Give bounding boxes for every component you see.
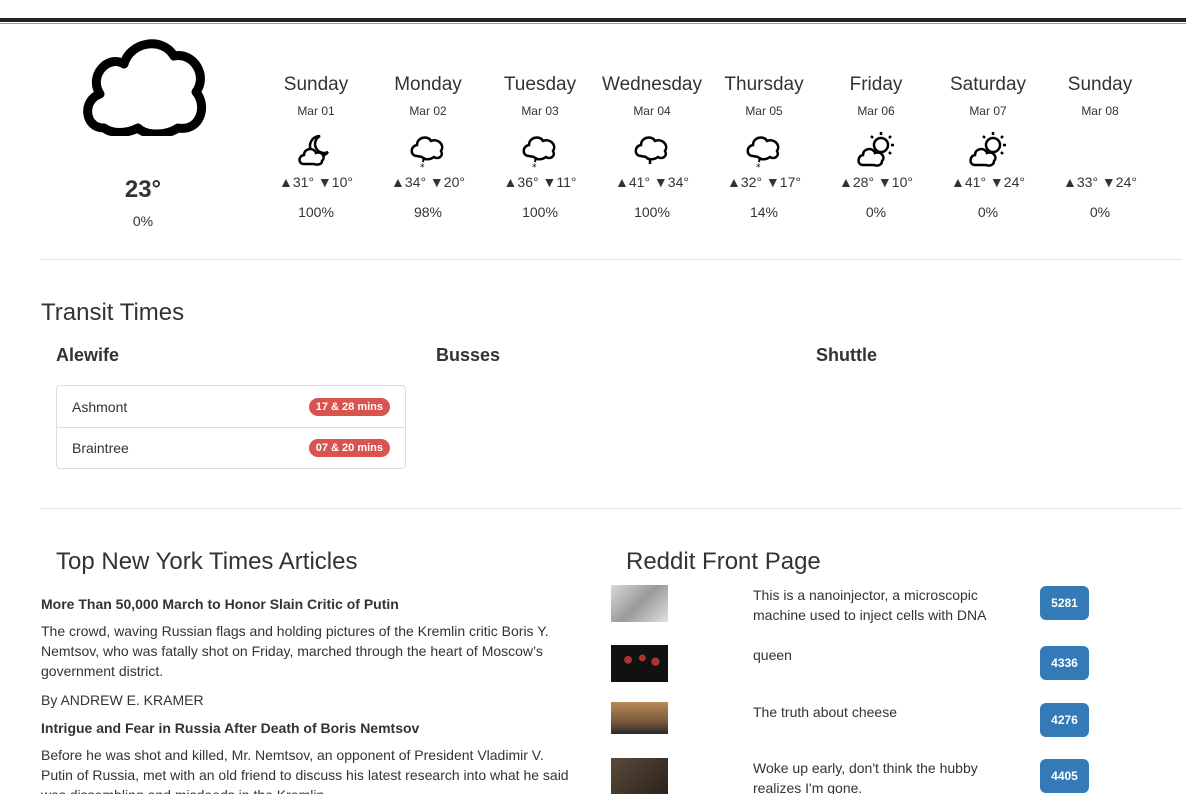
day-name: Saturday xyxy=(949,74,1027,95)
destination-name: Ashmont xyxy=(72,398,128,415)
time-badge: 17 & 28 mins xyxy=(308,397,390,416)
snow-icon: * xyxy=(372,126,484,174)
time-badge: 07 & 20 mins xyxy=(308,439,390,457)
article-abstract: The crowd, waving Russian flags and hold… xyxy=(41,623,549,679)
forecast-day: Monday Mar 02 * ▲34° ▼20° 98% xyxy=(372,74,484,220)
day-temps: ▲34° ▼20° xyxy=(391,174,465,190)
article-headline[interactable]: More Than 50,000 March to Honor Slain Cr… xyxy=(41,594,571,614)
day-temps: ▲41° ▼34° xyxy=(615,174,689,190)
day-date: Mar 03 xyxy=(521,104,559,118)
forecast-day: Wednesday Mar 04 ▲41° ▼34° 100% xyxy=(596,74,708,220)
divider xyxy=(40,259,1182,260)
score-badge: 4336 xyxy=(1040,646,1089,680)
day-temps: ▲31° ▼10° xyxy=(279,174,353,190)
forecast-day: Thursday Mar 05 * ▲32° ▼17° 14% xyxy=(708,74,820,220)
forecast-day: Friday Mar 06 ▲28° ▼10° 0% xyxy=(820,74,932,220)
day-temps: ▲28° ▼10° xyxy=(839,174,913,190)
day-temps: ▲41° ▼24° xyxy=(951,174,1025,190)
transit-column-shuttle: Shuttle xyxy=(816,345,877,365)
day-temps: ▲36° ▼11° xyxy=(503,174,577,190)
alewife-list: Ashmont 17 & 28 mins Braintree 07 & 20 m… xyxy=(56,385,406,469)
post-title[interactable]: The truth about cheese xyxy=(753,702,1023,722)
day-name: Wednesday xyxy=(602,74,702,95)
divider xyxy=(40,508,1182,509)
day-date: Mar 04 xyxy=(633,104,671,118)
article-byline: By ANDREW E. KRAMER xyxy=(41,692,204,708)
day-precip: 0% xyxy=(865,204,887,220)
score-badge: 5281 xyxy=(1040,586,1089,620)
partly-cloudy-night-icon xyxy=(260,126,372,174)
forecast-day: Saturday Mar 07 ▲41° ▼24° 0% xyxy=(932,74,1044,220)
day-name: Friday xyxy=(849,74,903,95)
partly-cloudy-day-icon xyxy=(932,126,1044,174)
forecast-day: Tuesday Mar 03 * ▲36° ▼11° 100% xyxy=(484,74,596,220)
day-name: Thursday xyxy=(724,74,804,95)
current-temperature: 23° xyxy=(124,176,162,203)
day-date: Mar 08 xyxy=(1081,104,1119,118)
rain-icon xyxy=(596,126,708,174)
post-title[interactable]: Woke up early, don't think the hubby rea… xyxy=(753,758,1023,794)
list-item: Ashmont 17 & 28 mins xyxy=(57,386,405,427)
day-date: Mar 07 xyxy=(969,104,1007,118)
day-precip: 100% xyxy=(298,204,334,220)
snow-icon: * xyxy=(484,126,596,174)
day-name: Monday xyxy=(394,74,462,95)
day-precip: 0% xyxy=(1089,204,1111,220)
nyt-title: Top New York Times Articles xyxy=(56,548,358,575)
post-thumbnail[interactable] xyxy=(611,645,668,682)
score-badge: 4405 xyxy=(1040,759,1089,793)
article-abstract: Before he was shot and killed, Mr. Nemts… xyxy=(41,747,569,794)
destination-name: Braintree xyxy=(72,440,129,456)
top-border xyxy=(0,18,1186,22)
partly-cloudy-day-icon xyxy=(820,126,932,174)
svg-text:*: * xyxy=(756,163,761,170)
transit-title: Transit Times xyxy=(41,299,185,326)
day-name: Tuesday xyxy=(503,74,577,95)
day-precip: 0% xyxy=(977,204,999,220)
day-temps: ▲32° ▼17° xyxy=(727,174,801,190)
day-precip: 100% xyxy=(634,204,670,220)
nyt-articles: More Than 50,000 March to Honor Slain Cr… xyxy=(41,594,571,794)
day-precip: 98% xyxy=(413,204,443,220)
day-temps: ▲33° ▼24° xyxy=(1063,174,1137,190)
score-badge: 4276 xyxy=(1040,703,1089,737)
post-thumbnail[interactable] xyxy=(611,585,668,622)
post-title[interactable]: queen xyxy=(753,645,1023,665)
article-headline[interactable]: Intrigue and Fear in Russia After Death … xyxy=(41,718,571,738)
cloud-icon xyxy=(82,36,208,139)
day-date: Mar 01 xyxy=(297,104,335,118)
top-border-line xyxy=(0,23,1186,24)
forecast: Sunday Mar 01 ▲31° ▼10° 100% Monday Mar … xyxy=(260,74,1186,224)
list-item: Braintree 07 & 20 mins xyxy=(57,427,405,468)
forecast-day: Sunday Mar 01 ▲31° ▼10° 100% xyxy=(260,74,372,220)
day-precip: 14% xyxy=(749,204,779,220)
current-precipitation: 0% xyxy=(132,213,154,229)
transit-column-alewife: Alewife xyxy=(56,345,120,365)
reddit-title: Reddit Front Page xyxy=(626,548,821,575)
post-thumbnail[interactable] xyxy=(611,702,668,734)
post-title[interactable]: This is a nanoinjector, a microscopic ma… xyxy=(753,585,1023,625)
day-date: Mar 05 xyxy=(745,104,783,118)
day-name: Sunday xyxy=(283,74,349,95)
empty-weather-icon xyxy=(1044,126,1156,174)
day-precip: 100% xyxy=(522,204,558,220)
post-thumbnail[interactable] xyxy=(611,758,668,794)
snow-icon: * xyxy=(708,126,820,174)
svg-text:*: * xyxy=(420,163,425,170)
day-date: Mar 02 xyxy=(409,104,447,118)
day-date: Mar 06 xyxy=(857,104,895,118)
transit-column-busses: Busses xyxy=(436,345,501,365)
forecast-day: Sunday Mar 08 ▲33° ▼24° 0% xyxy=(1044,74,1156,220)
svg-text:*: * xyxy=(532,163,537,170)
day-name: Sunday xyxy=(1067,74,1133,95)
